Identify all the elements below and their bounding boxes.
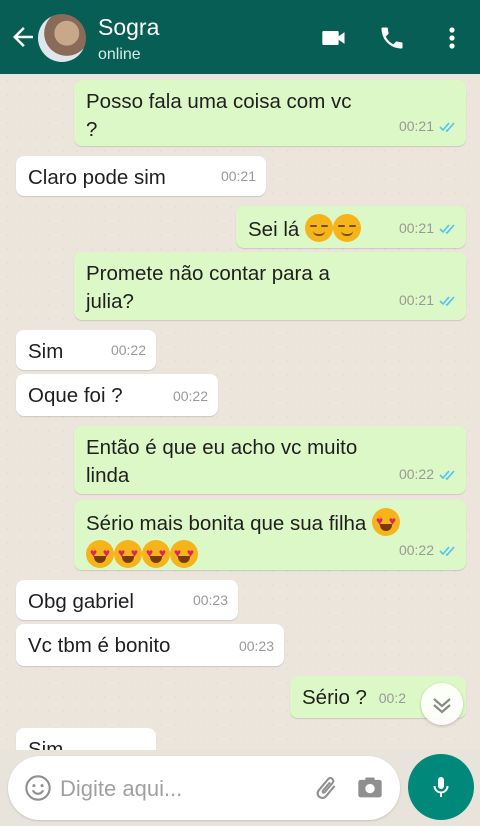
read-ticks-icon: [439, 121, 455, 132]
message-time: 00:2: [378, 690, 406, 706]
mic-icon: [433, 777, 449, 797]
heart-eyes-emoji: ♥ ♥: [86, 540, 114, 568]
contact-name[interactable]: Sogra: [98, 14, 159, 41]
message-incoming[interactable]: Oque foi ? 00:22: [16, 374, 218, 416]
message-text: Vc tbm é bonito: [28, 634, 171, 657]
video-call-icon[interactable]: [320, 24, 348, 52]
message-time: 00:21: [398, 220, 434, 236]
heart-eyes-emoji: ♥ ♥: [114, 540, 142, 568]
message-time: 00:22: [172, 388, 208, 404]
scroll-to-bottom-button[interactable]: [421, 683, 463, 725]
message-text: Sim: [28, 738, 64, 750]
voice-record-button[interactable]: [408, 754, 474, 820]
message-text: Então é que eu acho vc muito linda: [86, 436, 358, 487]
heart-eyes-emoji: ♥ ♥: [372, 508, 401, 536]
message-outgoing[interactable]: Promete não contar para a julia? 00:21: [74, 252, 466, 320]
message-outgoing[interactable]: Sério mais bonita que sua filha ♥ ♥ ♥ ♥ ♥ ♥ ♥…: [74, 500, 466, 570]
message-time: 00:22: [398, 542, 434, 558]
message-input[interactable]: Digite aqui...: [60, 776, 182, 802]
message-outgoing[interactable]: Sei lá 00:21: [236, 206, 466, 248]
read-ticks-icon: [439, 223, 455, 234]
chevron-down-icon: [433, 698, 451, 714]
message-time: 00:21: [398, 292, 434, 308]
read-ticks-icon: [439, 295, 455, 306]
more-options-icon[interactable]: [440, 24, 464, 52]
message-outgoing[interactable]: Posso fala uma coisa com vc ? 00:21: [74, 80, 466, 146]
message-time: 00:21: [398, 118, 434, 134]
message-outgoing[interactable]: Então é que eu acho vc muito linda 00:22: [74, 426, 466, 494]
message-time: 00:23: [192, 592, 228, 608]
message-incoming[interactable]: Obg gabriel 00:23: [16, 580, 238, 620]
heart-eyes-emoji: ♥ ♥: [170, 540, 198, 568]
message-time: 00:21: [220, 168, 256, 184]
message-time: 00:23: [238, 638, 274, 654]
message-incoming[interactable]: Vc tbm é bonito 00:23: [16, 624, 284, 666]
message-incoming[interactable]: Claro pode sim 00:21: [16, 156, 266, 196]
smirking-face-emoji: [304, 214, 333, 242]
contact-status: online: [98, 46, 141, 63]
emoji-icon[interactable]: [24, 774, 52, 802]
read-ticks-icon: [439, 545, 455, 556]
message-time: 00:22: [110, 342, 146, 358]
message-text: Promete não contar para a julia?: [86, 262, 330, 313]
message-composer: Digite aqui...: [8, 756, 400, 820]
smirking-face-emoji: [332, 214, 361, 242]
phone-icon[interactable]: [378, 24, 406, 52]
message-text: Sério mais bonita que sua filha: [86, 512, 367, 535]
attach-icon[interactable]: [312, 774, 340, 802]
avatar[interactable]: [38, 14, 86, 62]
back-arrow-icon[interactable]: [8, 22, 38, 52]
camera-icon[interactable]: [356, 774, 384, 802]
chat-header: Sogra online: [0, 0, 480, 74]
message-time: 00:22: [398, 466, 434, 482]
read-ticks-icon: [439, 469, 455, 480]
heart-eyes-emoji: ♥ ♥: [142, 540, 170, 568]
message-incoming[interactable]: Sim: [16, 728, 156, 750]
message-text: Sei lá: [248, 218, 300, 241]
message-list[interactable]: Posso fala uma coisa com vc ? 00:21 Clar…: [0, 74, 480, 750]
message-incoming[interactable]: Sim 00:22: [16, 330, 156, 370]
message-text: Posso fala uma coisa com vc ?: [86, 90, 352, 141]
